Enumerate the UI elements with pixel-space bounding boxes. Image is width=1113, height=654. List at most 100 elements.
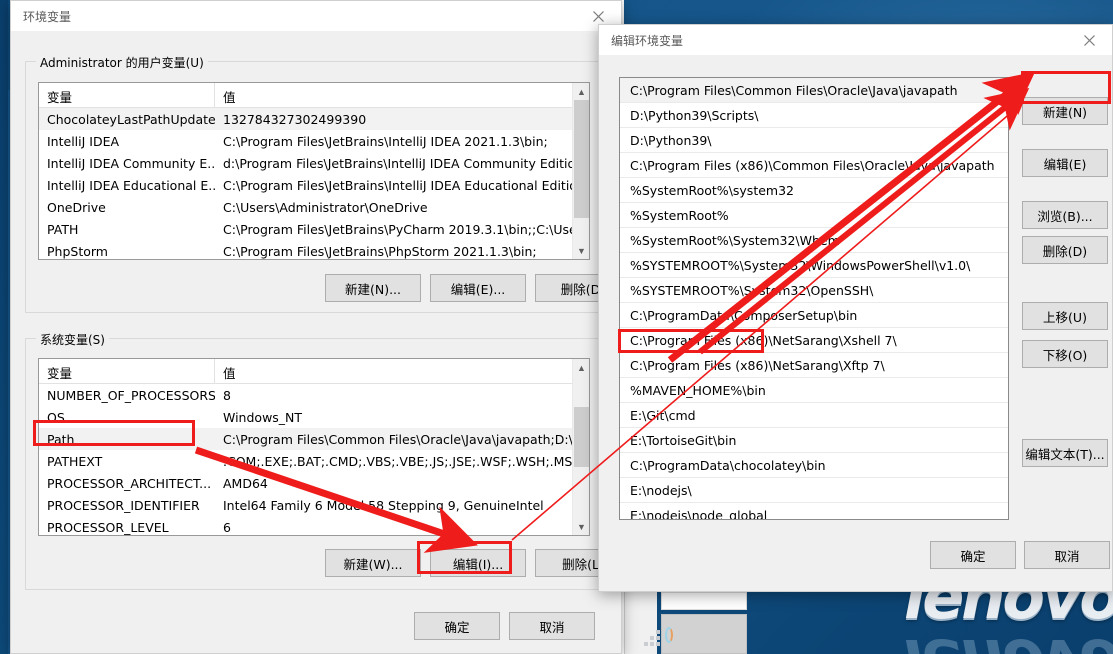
- browse-button[interactable]: 浏览(B)...: [1022, 201, 1108, 229]
- background-window-panel-bottom: [661, 614, 747, 654]
- list-item[interactable]: E:\nodejs\: [620, 478, 1008, 503]
- user-col-variable[interactable]: 变量: [39, 83, 215, 107]
- list-item[interactable]: %SYSTEMROOT%\System32\OpenSSH\: [620, 278, 1008, 303]
- system-new-button[interactable]: 新建(W)...: [325, 549, 421, 577]
- scroll-thumb[interactable]: [574, 407, 589, 467]
- table-row[interactable]: PROCESSOR_LEVEL 6: [39, 516, 589, 535]
- env-dialog-title: 环境变量: [23, 9, 72, 24]
- screen-root: lenovo lenovo 环境变量 Adminis: [0, 0, 1113, 654]
- env-dialog-titlebar: 环境变量: [11, 1, 621, 31]
- variable-name-cell: PATHEXT: [47, 453, 103, 469]
- edit-dialog-titlebar: 编辑环境变量: [599, 25, 1112, 55]
- user-edit-button[interactable]: 编辑(E)...: [430, 274, 526, 302]
- system-variables-listview[interactable]: 变量 值 NUMBER_OF_PROCESSORS 8 OS Windows_NT Pa…: [38, 358, 590, 536]
- table-row[interactable]: PROCESSOR_ARCHITECT... AMD64: [39, 472, 589, 494]
- background-window-spinner-icon: [665, 627, 673, 643]
- edit-text-button[interactable]: 编辑文本(T)...: [1022, 439, 1108, 467]
- table-row[interactable]: PATHEXT .COM;.EXE;.BAT;.CMD;.VBS;.VBE;.JS…: [39, 450, 589, 472]
- variable-name-cell: PROCESSOR_LEVEL: [47, 519, 169, 535]
- user-variables-legend: Administrator 的用户变量(U): [36, 54, 208, 71]
- edit-dialog-close-button[interactable]: [1067, 25, 1112, 55]
- table-row[interactable]: IntelliJ IDEA Educational E... C:\Program…: [39, 174, 589, 196]
- background-window-panel-top: [661, 592, 747, 610]
- edit-cancel-button[interactable]: 取消: [1024, 541, 1110, 569]
- move-down-button[interactable]: 下移(O): [1022, 340, 1108, 368]
- edit-ok-button[interactable]: 确定: [930, 541, 1016, 569]
- scroll-down-icon[interactable]: ▼: [573, 518, 589, 535]
- list-item[interactable]: C:\Program Files\Common Files\Oracle\Jav…: [620, 78, 1008, 103]
- table-row[interactable]: NUMBER_OF_PROCESSORS 8: [39, 384, 589, 406]
- move-up-button[interactable]: 上移(U): [1022, 302, 1108, 330]
- table-row[interactable]: Path C:\Program Files\Common Files\Oracle…: [39, 428, 589, 450]
- scroll-thumb[interactable]: [574, 100, 589, 218]
- system-variables-legend: 系统变量(S): [36, 331, 109, 348]
- table-row[interactable]: PhpStorm C:\Program Files\JetBrains\PhpSt…: [39, 240, 589, 259]
- edit-dialog-title: 编辑环境变量: [611, 33, 684, 48]
- user-variables-scrollbar[interactable]: ▲ ▼: [572, 83, 589, 259]
- variable-name-cell: IntelliJ IDEA Educational E...: [47, 177, 215, 193]
- variable-name-cell: OS: [47, 409, 65, 425]
- list-item[interactable]: %SystemRoot%: [620, 203, 1008, 228]
- variable-value-cell: d:\Program Files\JetBrains\IntelliJ IDEA…: [223, 155, 589, 171]
- table-row[interactable]: IntelliJ IDEA Community E... d:\Program F…: [39, 152, 589, 174]
- list-item[interactable]: C:\ProgramData\chocolatey\bin: [620, 453, 1008, 478]
- scroll-down-icon[interactable]: ▼: [573, 242, 589, 259]
- path-entries-rows: C:\Program Files\Common Files\Oracle\Jav…: [620, 78, 1008, 519]
- user-new-button[interactable]: 新建(N)...: [325, 274, 421, 302]
- variable-value-cell: 6: [223, 519, 231, 535]
- list-item[interactable]: C:\Program Files (x86)\NetSarang\Xshell …: [620, 328, 1008, 353]
- table-row[interactable]: OneDrive C:\Users\Administrator\OneDrive: [39, 196, 589, 218]
- table-row[interactable]: ChocolateyLastPathUpdate 1327843273024993…: [39, 108, 589, 130]
- system-col-variable[interactable]: 变量: [39, 359, 215, 383]
- list-item[interactable]: C:\ProgramData\ComposerSetup\bin: [620, 303, 1008, 328]
- close-icon: [1084, 34, 1095, 46]
- edit-environment-variable-dialog: 编辑环境变量 C:\Program Files\Common Files\Ora…: [598, 24, 1113, 592]
- list-item[interactable]: %SystemRoot%\System32\Wbem: [620, 228, 1008, 253]
- variable-value-cell: C:\Program Files\JetBrains\IntelliJ IDEA…: [223, 177, 589, 193]
- variable-value-cell: C:\Users\Administrator\OneDrive: [223, 199, 428, 215]
- table-row[interactable]: PROCESSOR_IDENTIFIER Intel64 Family 6 Mod…: [39, 494, 589, 516]
- scroll-up-icon[interactable]: ▲: [573, 359, 589, 376]
- variable-value-cell: C:\Program Files\Common Files\Oracle\Jav…: [223, 431, 589, 447]
- desktop-left-strip: [0, 0, 8, 654]
- variable-name-cell: IntelliJ IDEA: [47, 133, 120, 149]
- list-item[interactable]: C:\Program Files (x86)\NetSarang\Xftp 7\: [620, 353, 1008, 378]
- system-edit-button[interactable]: 编辑(I)...: [430, 549, 526, 577]
- table-row[interactable]: OS Windows_NT: [39, 406, 589, 428]
- delete-button[interactable]: 删除(D): [1022, 236, 1108, 264]
- list-item[interactable]: D:\Python39\: [620, 128, 1008, 153]
- list-item[interactable]: E:\TortoiseGit\bin: [620, 428, 1008, 453]
- list-item[interactable]: %MAVEN_HOME%\bin: [620, 378, 1008, 403]
- list-item[interactable]: %SystemRoot%\system32: [620, 178, 1008, 203]
- table-row[interactable]: IntelliJ IDEA C:\Program Files\JetBrains\…: [39, 130, 589, 152]
- variable-name-cell: IntelliJ IDEA Community E...: [47, 155, 215, 171]
- user-col-value[interactable]: 值: [215, 83, 589, 107]
- user-variables-listview[interactable]: 变量 值 ChocolateyLastPathUpdate 13278432730…: [38, 82, 590, 260]
- list-item[interactable]: E:\nodejs\node_global: [620, 503, 1008, 519]
- user-variables-rows: ChocolateyLastPathUpdate 1327843273024993…: [39, 108, 589, 259]
- list-item[interactable]: C:\Program Files (x86)\Common Files\Orac…: [620, 153, 1008, 178]
- user-variables-header: 变量 值: [39, 83, 589, 108]
- variable-name-cell: Path: [47, 431, 75, 447]
- system-variables-header: 变量 值: [39, 359, 589, 384]
- list-item[interactable]: E:\Git\cmd: [620, 403, 1008, 428]
- variable-value-cell: Intel64 Family 6 Model 58 Stepping 9, Ge…: [223, 497, 544, 513]
- env-ok-button[interactable]: 确定: [414, 612, 500, 640]
- edit-button[interactable]: 编辑(E): [1022, 149, 1108, 177]
- variable-value-cell: C:\Program Files\JetBrains\PhpStorm 2021…: [223, 243, 537, 259]
- resize-grip-icon: [644, 630, 666, 646]
- variable-name-cell: NUMBER_OF_PROCESSORS: [47, 387, 215, 403]
- variable-value-cell: C:\Program Files\JetBrains\IntelliJ IDEA…: [223, 133, 548, 149]
- variable-name-cell: PhpStorm: [47, 243, 108, 259]
- list-item[interactable]: %SYSTEMROOT%\System32\WindowsPowerShell\…: [620, 253, 1008, 278]
- list-item[interactable]: D:\Python39\Scripts\: [620, 103, 1008, 128]
- variable-value-cell: Windows_NT: [223, 409, 303, 425]
- env-cancel-button[interactable]: 取消: [509, 612, 595, 640]
- path-entries-listbox[interactable]: C:\Program Files\Common Files\Oracle\Jav…: [619, 77, 1009, 520]
- system-col-value[interactable]: 值: [215, 359, 589, 383]
- variable-name-cell: OneDrive: [47, 199, 106, 215]
- system-variables-scrollbar[interactable]: ▲ ▼: [572, 359, 589, 535]
- new-button[interactable]: 新建(N): [1022, 97, 1108, 125]
- table-row[interactable]: PATH C:\Program Files\JetBrains\PyCharm 2…: [39, 218, 589, 240]
- scroll-up-icon[interactable]: ▲: [573, 83, 589, 100]
